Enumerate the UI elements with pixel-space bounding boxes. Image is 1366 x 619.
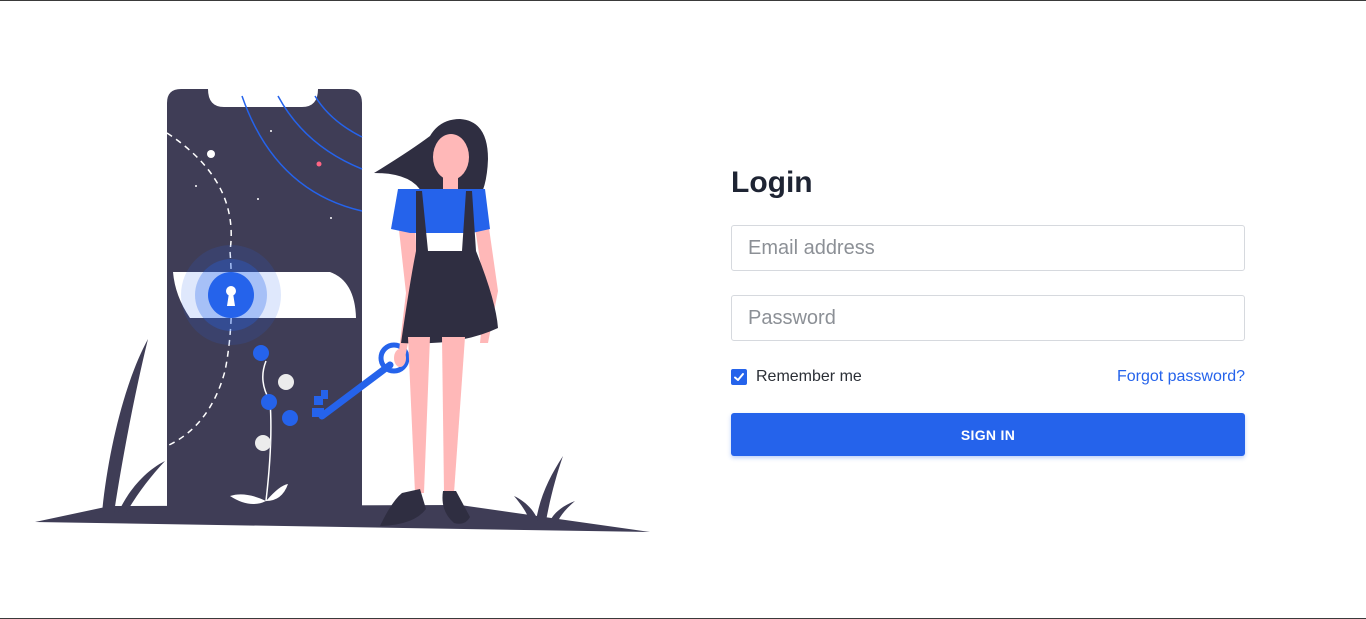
secure-login-illustration — [35, 89, 650, 532]
star-dot — [207, 150, 215, 158]
options-row: Remember me Forgot password? — [731, 365, 1245, 389]
flower-dot — [282, 410, 298, 426]
star-dot — [330, 217, 332, 219]
key-tooth — [312, 408, 324, 417]
flower-dot — [261, 394, 277, 410]
star-dot — [270, 130, 272, 132]
star-dot — [257, 198, 259, 200]
login-form: Login Remember me Forgot password? SIGN … — [731, 161, 1245, 456]
check-icon — [734, 373, 744, 381]
flower-dot — [255, 435, 271, 451]
remember-me-checkbox[interactable]: Remember me — [731, 368, 862, 386]
key-tooth — [321, 390, 328, 399]
page-title: Login — [731, 166, 813, 199]
woman-shirt — [391, 189, 490, 233]
woman-hand — [394, 349, 406, 367]
flower-dot — [278, 374, 294, 390]
grass-left-2 — [118, 461, 165, 513]
password-field[interactable] — [731, 295, 1245, 341]
login-page: Login Remember me Forgot password? SIGN … — [0, 0, 1366, 619]
star-dot — [195, 185, 197, 187]
forgot-password-link[interactable]: Forgot password? — [1117, 368, 1245, 386]
woman-leg-left — [408, 337, 430, 493]
remember-me-label: Remember me — [756, 368, 862, 385]
woman-leg-right — [442, 337, 465, 493]
flower-dot — [253, 345, 269, 361]
grass-right-3 — [550, 501, 575, 521]
checkbox-box[interactable] — [731, 369, 747, 385]
email-field[interactable] — [731, 225, 1245, 271]
star-dot — [316, 161, 322, 167]
sign-in-button[interactable]: SIGN IN — [731, 413, 1245, 456]
woman-face — [433, 134, 469, 180]
